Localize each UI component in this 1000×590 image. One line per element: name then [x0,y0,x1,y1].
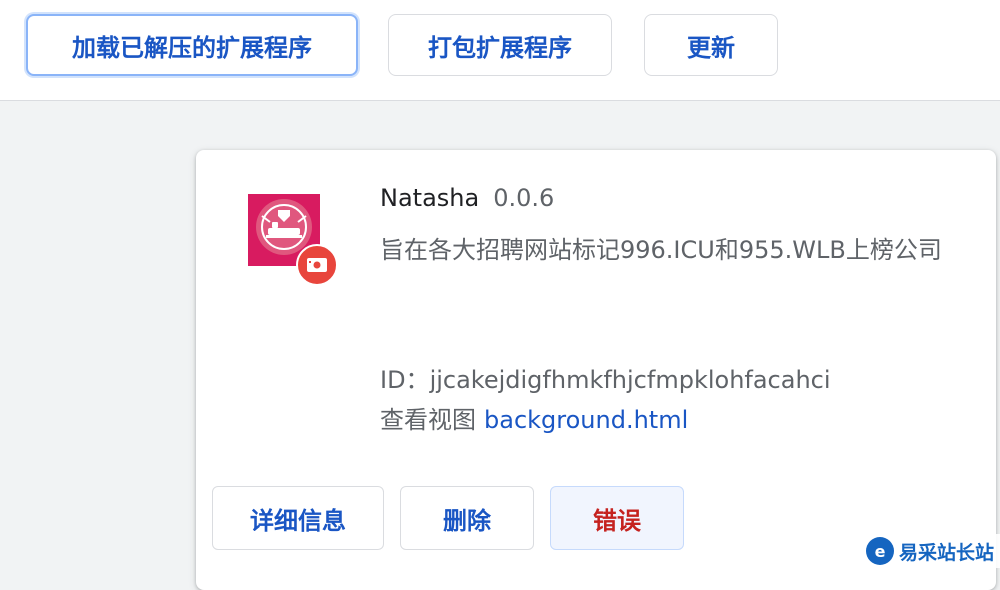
site-watermark: e 易采站长站 [866,534,1000,568]
extension-description: 旨在各大招聘网站标记996.ICU和955.WLB上榜公司 [380,236,942,264]
watermark-logo-icon: e [866,537,894,565]
watermark-text: 易采站长站 [899,541,995,564]
extension-id-label: ID： [380,366,430,394]
errors-button[interactable]: 错误 [550,486,684,550]
extension-name: Natasha [380,184,480,212]
extension-id-row: ID：jjcakejdigfhmkfhjcfmpklohfacahci [380,360,831,395]
extension-version: 0.0.6 [493,184,555,212]
details-button[interactable]: 详细信息 [212,486,384,550]
remove-button[interactable]: 删除 [400,486,534,550]
extension-id: jjcakejdigfhmkfhjcfmpklohfacahci [429,366,831,394]
load-unpacked-button[interactable]: 加载已解压的扩展程序 [26,14,358,76]
toolbar: 加载已解压的扩展程序 打包扩展程序 更新 [0,0,1000,101]
update-button[interactable]: 更新 [644,14,778,76]
background-page-link[interactable]: background.html [484,406,688,434]
background-page-badge-icon [296,244,338,286]
extension-card: Natasha 0.0.6 旨在各大招聘网站标记996.ICU和955.WLB上榜… [196,150,996,590]
extension-name-row: Natasha 0.0.6 [380,184,554,212]
pack-extension-button[interactable]: 打包扩展程序 [388,14,612,76]
inspect-views-row: 查看视图 background.html [380,400,688,435]
inspect-views-label: 查看视图 [380,406,476,434]
